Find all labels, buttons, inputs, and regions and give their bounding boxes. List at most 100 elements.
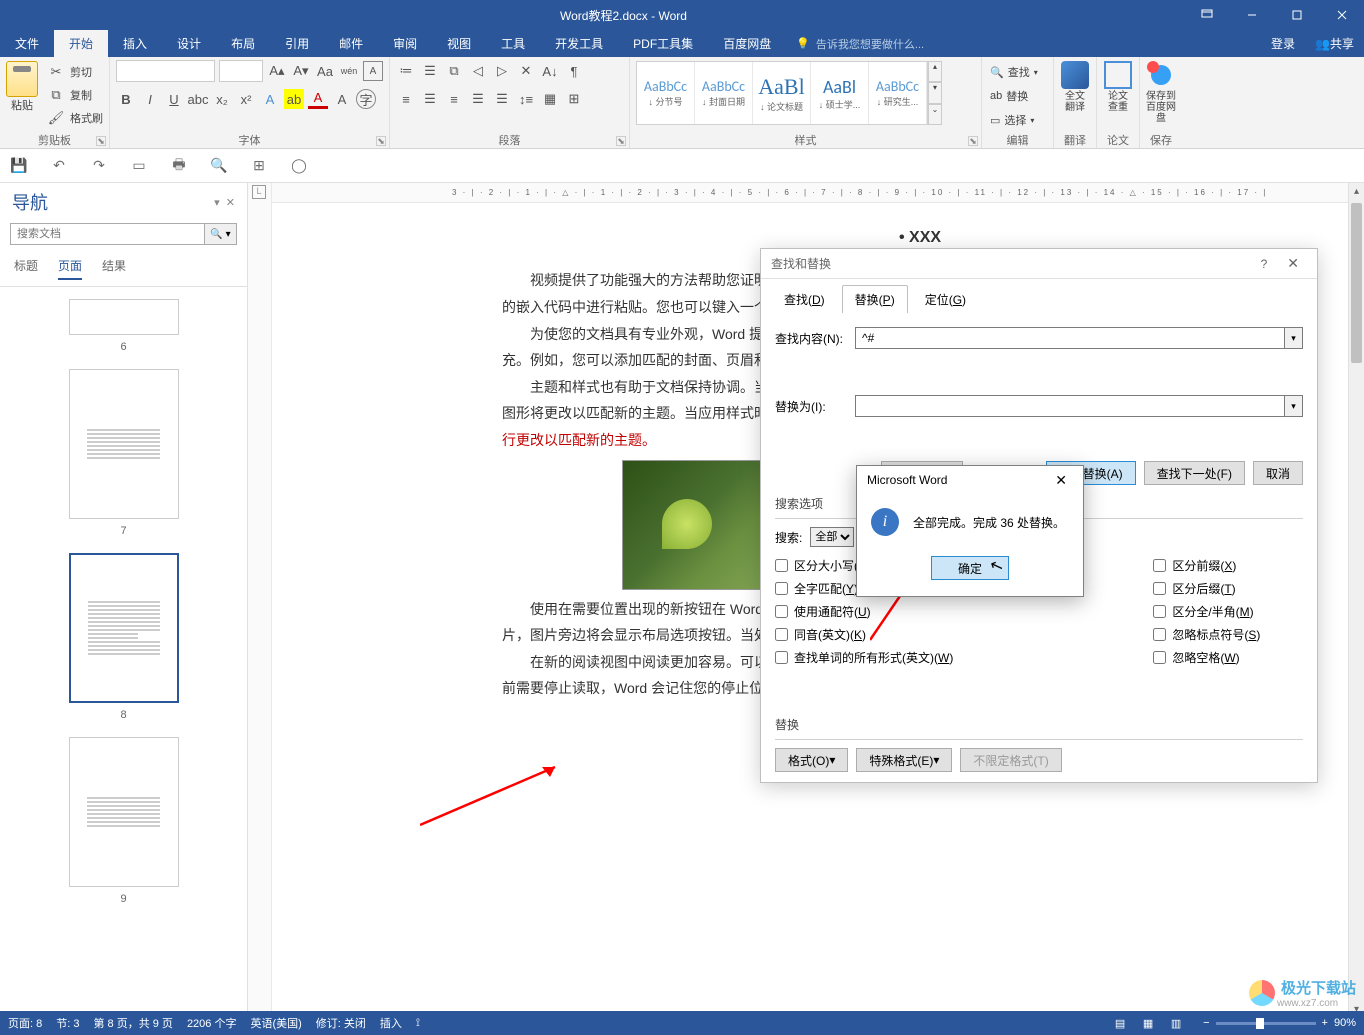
decrease-indent-icon[interactable]: ◁	[468, 61, 488, 81]
increase-indent-icon[interactable]: ▷	[492, 61, 512, 81]
status-insert[interactable]: 插入	[380, 1015, 402, 1031]
nav-close-icon[interactable]: ✕	[226, 197, 235, 209]
dialog-help-icon[interactable]: ?	[1249, 257, 1280, 271]
vertical-scrollbar[interactable]: ▴ ▾	[1348, 183, 1364, 1017]
status-page-of[interactable]: 第 8 页，共 9 页	[93, 1015, 172, 1031]
superscript-icon[interactable]: x²	[236, 89, 256, 109]
ribbon-tab-9[interactable]: 工具	[486, 30, 540, 57]
enclose-icon[interactable]: 字	[356, 89, 376, 109]
status-page[interactable]: 页面: 8	[8, 1015, 42, 1031]
find-dropdown-icon[interactable]: ▾	[1285, 327, 1303, 349]
align-left-icon[interactable]: ≡	[396, 89, 416, 109]
select-button[interactable]: ▭选择▾	[990, 109, 1045, 131]
char-border-icon[interactable]: A	[363, 61, 383, 81]
style-item[interactable]: AaBl↓ 论文标题	[753, 62, 811, 124]
checkbox-option[interactable]: 区分后缀(T)	[1153, 580, 1260, 597]
page-thumbnail[interactable]	[69, 299, 179, 335]
ribbon-tab-12[interactable]: 百度网盘	[708, 30, 786, 57]
ribbon-tab-6[interactable]: 邮件	[324, 30, 378, 57]
checkbox[interactable]	[1153, 605, 1166, 618]
dialog-tab-0[interactable]: 查找(D)	[771, 285, 838, 313]
dialog-tab-1[interactable]: 替换(P)	[842, 285, 908, 313]
font-size-combo[interactable]	[219, 60, 263, 82]
style-item[interactable]: AaBbCc↓ 研究生...	[869, 62, 927, 124]
text-effects-icon[interactable]: A	[260, 89, 280, 109]
borders-icon[interactable]: ⊞	[564, 89, 584, 109]
font-color-icon[interactable]: A	[308, 89, 328, 109]
ribbon-tab-1[interactable]: 开始	[54, 30, 108, 57]
multilevel-icon[interactable]: ⧉	[444, 61, 464, 81]
dialog-tab-2[interactable]: 定位(G)	[912, 285, 979, 313]
style-item[interactable]: AaBbCc↓ 封面日期	[695, 62, 753, 124]
styles-expand-icon[interactable]: ⬊	[968, 136, 978, 146]
underline-icon[interactable]: U	[164, 89, 184, 109]
ribbon-tab-11[interactable]: PDF工具集	[618, 30, 708, 57]
nav-tab-0[interactable]: 标题	[14, 257, 38, 280]
print-icon[interactable]: 🖶	[168, 155, 190, 177]
status-words[interactable]: 2206 个字	[187, 1015, 237, 1031]
web-layout-icon[interactable]: ▥	[1163, 1013, 1189, 1033]
change-case-icon[interactable]: Aa	[315, 61, 335, 81]
ribbon-tab-10[interactable]: 开发工具	[540, 30, 618, 57]
minimize-button[interactable]	[1229, 0, 1274, 30]
ribbon-options-icon[interactable]	[1184, 0, 1229, 30]
format-painter-button[interactable]: 🖌格式刷	[46, 107, 103, 129]
bullets-icon[interactable]: ≔	[396, 61, 416, 81]
sort-icon[interactable]: A↓	[540, 61, 560, 81]
checkbox-option[interactable]: 忽略空格(W)	[1153, 649, 1260, 666]
checkbox[interactable]	[1153, 582, 1166, 595]
nav-dropdown-icon[interactable]: ▾	[214, 197, 220, 209]
align-center-icon[interactable]: ☰	[420, 89, 440, 109]
checkbox[interactable]	[1153, 628, 1166, 641]
login-button[interactable]: 登录	[1261, 30, 1305, 57]
plagiarism-button[interactable]: 论文查重	[1097, 57, 1139, 117]
asian-layout-icon[interactable]: ✕	[516, 61, 536, 81]
replace-input[interactable]	[855, 395, 1285, 417]
preview-icon[interactable]: 🔍	[208, 155, 230, 177]
status-track[interactable]: 修订: 关闭	[316, 1015, 366, 1031]
checkbox-option[interactable]: 区分全/半角(M)	[1153, 603, 1260, 620]
phonetic-icon[interactable]: wén	[339, 61, 359, 81]
zoom-in-icon[interactable]: +	[1322, 1017, 1328, 1029]
bold-icon[interactable]: B	[116, 89, 136, 109]
shapes-icon[interactable]: ◯	[288, 155, 310, 177]
close-button[interactable]	[1319, 0, 1364, 30]
checkbox-option[interactable]: 忽略标点符号(S)	[1153, 626, 1260, 643]
baidu-save-button[interactable]: 保存到百度网盘	[1140, 57, 1182, 128]
checkbox[interactable]	[1153, 651, 1166, 664]
page-thumbnail[interactable]	[69, 369, 179, 519]
read-mode-icon[interactable]: ▤	[1107, 1013, 1133, 1033]
replace-dropdown-icon[interactable]: ▾	[1285, 395, 1303, 417]
translate-button[interactable]: 全文翻译	[1054, 57, 1096, 117]
nav-search-input[interactable]	[11, 224, 204, 244]
share-button[interactable]: 👥 共享	[1305, 30, 1364, 57]
undo-icon[interactable]: ↶	[48, 155, 70, 177]
copy-button[interactable]: ⧉复制	[46, 84, 103, 106]
redo-icon[interactable]: ↷	[88, 155, 110, 177]
nav-search-button[interactable]: 🔍 ▾	[204, 224, 236, 244]
show-marks-icon[interactable]: ¶	[564, 61, 584, 81]
nav-tab-2[interactable]: 结果	[102, 257, 126, 280]
grow-font-icon[interactable]: A▴	[267, 61, 287, 81]
ribbon-tab-5[interactable]: 引用	[270, 30, 324, 57]
dialog-close-icon[interactable]: ✕	[1279, 255, 1307, 272]
status-cursor-pos-icon[interactable]: ⟟	[416, 1017, 420, 1030]
ribbon-tab-7[interactable]: 审阅	[378, 30, 432, 57]
zoom-out-icon[interactable]: −	[1203, 1017, 1209, 1029]
page-thumbnail[interactable]	[69, 737, 179, 887]
ribbon-tab-2[interactable]: 插入	[108, 30, 162, 57]
zoom-level[interactable]: 90%	[1334, 1017, 1356, 1029]
line-spacing-icon[interactable]: ↕≡	[516, 89, 536, 109]
replace-button[interactable]: ab替换	[990, 85, 1045, 107]
checkbox-option[interactable]: 区分前缀(X)	[1153, 557, 1260, 574]
ribbon-tab-0[interactable]: 文件	[0, 30, 54, 57]
styles-gallery[interactable]: AaBbCc↓ 分节号AaBbCc↓ 封面日期AaBl↓ 论文标题AaBl↓ 硕…	[636, 61, 928, 125]
highlight-icon[interactable]: ab	[284, 89, 304, 109]
font-expand-icon[interactable]: ⬊	[376, 136, 386, 146]
font-name-combo[interactable]	[116, 60, 215, 82]
print-layout-icon[interactable]: ▦	[1135, 1013, 1161, 1033]
tell-me[interactable]: 💡告诉我您想要做什么...	[796, 30, 924, 57]
ribbon-tab-4[interactable]: 布局	[216, 30, 270, 57]
nav-tab-1[interactable]: 页面	[58, 257, 82, 280]
shrink-font-icon[interactable]: A▾	[291, 61, 311, 81]
